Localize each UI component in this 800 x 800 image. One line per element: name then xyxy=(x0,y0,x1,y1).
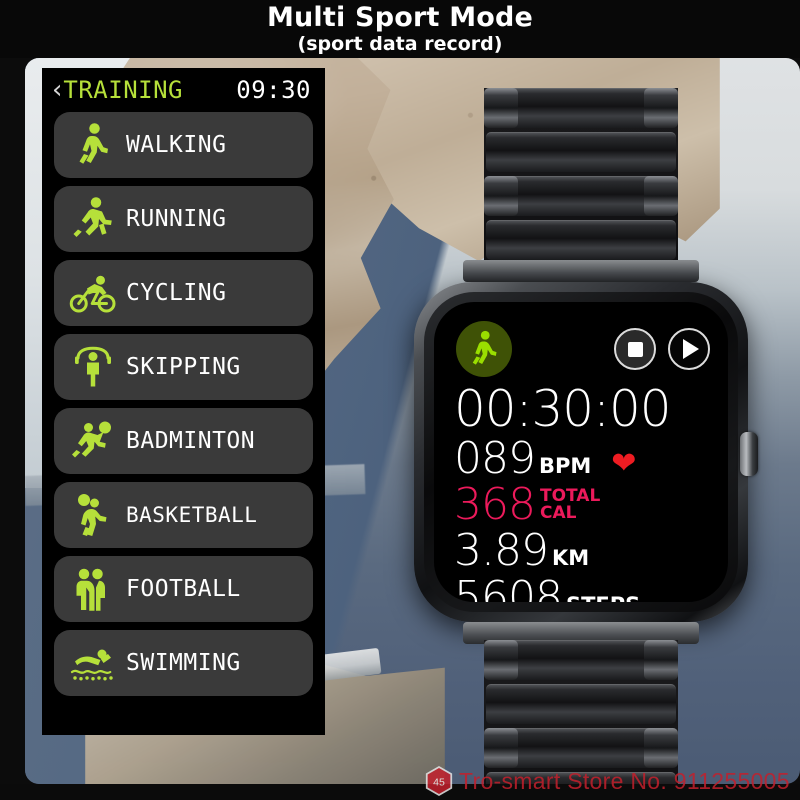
watermark-text: Tro-smart Store No. 911255005 xyxy=(459,767,790,794)
list-item-swimming[interactable]: SWIMMING xyxy=(54,630,313,696)
list-item-label: BASKETBALL xyxy=(126,503,258,527)
workout-stats: 00:30:00 089 BPM ❤ 368 TOTAL CAL 3.89 KM… xyxy=(454,382,718,602)
stop-icon[interactable] xyxy=(614,328,656,370)
calories-unit-line2: CAL xyxy=(539,503,577,523)
distance-unit: KM xyxy=(551,546,590,570)
distance-value: 3.89 xyxy=(454,525,549,576)
training-panel: ‹ TRAINING 09:30 WALKING RUNNING CYCLING… xyxy=(42,68,325,735)
status-time: 09:30 xyxy=(236,76,311,104)
duration-value: 00:30:00 xyxy=(454,380,672,438)
list-item-cycling[interactable]: CYCLING xyxy=(54,260,313,326)
watch-band-top xyxy=(484,88,678,278)
walking-icon xyxy=(456,321,512,377)
list-item-basketball[interactable]: BASKETBALL xyxy=(54,482,313,548)
list-item-skipping[interactable]: SKIPPING xyxy=(54,334,313,400)
page-title: Multi Sport Mode xyxy=(266,2,534,33)
page-header: Multi Sport Mode (sport data record) xyxy=(0,0,800,58)
list-item-badminton[interactable]: BADMINTON xyxy=(54,408,313,474)
walking-icon xyxy=(66,118,120,172)
play-icon[interactable] xyxy=(668,328,710,370)
watch-case: 00:30:00 089 BPM ❤ 368 TOTAL CAL 3.89 KM… xyxy=(414,282,758,622)
steps-value: 5608 xyxy=(454,572,563,603)
chevron-left-icon[interactable]: ‹ xyxy=(52,77,62,103)
hexagon-brand-icon: 45 xyxy=(425,766,453,796)
running-icon xyxy=(66,192,120,246)
list-item-label: FOOTBALL xyxy=(126,576,241,602)
list-item-football[interactable]: FOOTBALL xyxy=(54,556,313,622)
training-list: WALKING RUNNING CYCLING SKIPPING BADMINT… xyxy=(42,112,325,696)
heart-rate-unit: BPM xyxy=(538,454,592,478)
stat-distance: 3.89 KM xyxy=(454,528,718,574)
watch-screen: 00:30:00 089 BPM ❤ 368 TOTAL CAL 3.89 KM… xyxy=(434,302,728,602)
steps-unit: STEPS xyxy=(566,593,640,602)
list-item-label: SWIMMING xyxy=(126,650,241,676)
list-item-label: RUNNING xyxy=(126,206,227,232)
watch-lug-top xyxy=(463,260,699,282)
screenshot-root: Multi Sport Mode (sport data record) ‹ T… xyxy=(0,0,800,800)
calories-unit: TOTAL CAL xyxy=(540,488,600,522)
crown-button[interactable] xyxy=(740,432,758,476)
list-item-label: CYCLING xyxy=(126,280,227,306)
playback-controls xyxy=(614,328,710,370)
football-icon xyxy=(66,562,120,616)
page-subtitle: (sport data record) xyxy=(297,33,503,55)
list-item-walking[interactable]: WALKING xyxy=(54,112,313,178)
list-item-label: SKIPPING xyxy=(126,354,241,380)
list-item-running[interactable]: RUNNING xyxy=(54,186,313,252)
stat-calories: 368 TOTAL CAL xyxy=(454,482,718,528)
heart-rate-value: 089 xyxy=(454,433,536,484)
badminton-icon xyxy=(66,414,120,468)
stat-steps: 5608 STEPS xyxy=(454,572,718,603)
basketball-icon xyxy=(66,488,120,542)
list-item-label: WALKING xyxy=(126,132,227,158)
training-title: TRAINING xyxy=(63,76,183,104)
heart-icon: ❤ xyxy=(611,447,637,480)
screen-topbar xyxy=(456,320,710,378)
stat-heart-rate: 089 BPM ❤ xyxy=(454,436,718,482)
cycling-icon xyxy=(66,266,120,320)
skipping-rope-icon xyxy=(66,340,120,394)
svg-text:45: 45 xyxy=(433,776,445,788)
smartwatch: 00:30:00 089 BPM ❤ 368 TOTAL CAL 3.89 KM… xyxy=(396,60,766,800)
training-header: ‹ TRAINING 09:30 xyxy=(42,68,325,112)
list-item-label: BADMINTON xyxy=(126,428,256,454)
watermark: 45 Tro-smart Store No. 911255005 xyxy=(425,766,790,796)
calories-value: 368 xyxy=(454,479,536,530)
swimming-icon xyxy=(66,636,120,690)
stat-duration: 00:30:00 xyxy=(454,382,718,436)
